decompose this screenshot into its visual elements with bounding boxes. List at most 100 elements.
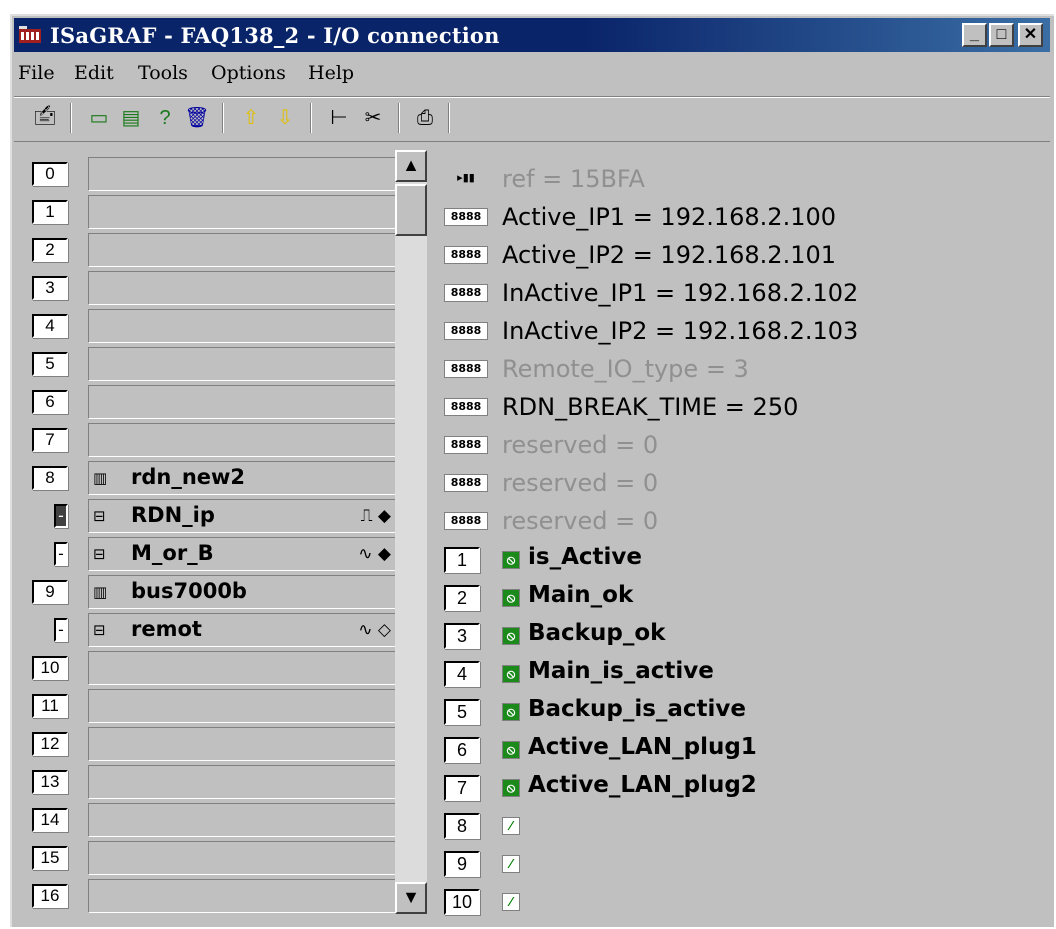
channel-number[interactable]: 2 bbox=[444, 585, 480, 611]
parameter-value: reserved = 0 bbox=[502, 431, 659, 459]
slot-number[interactable]: 2 bbox=[32, 238, 68, 262]
slot-number[interactable]: 0 bbox=[32, 162, 68, 186]
slot-row[interactable]: ⊟ RDN_ip ⎍ ◆ bbox=[88, 499, 398, 533]
channel-variable[interactable]: Main_is_active bbox=[528, 658, 714, 684]
slot-row[interactable] bbox=[88, 879, 398, 913]
channel-variable[interactable]: Backup_is_active bbox=[528, 696, 746, 722]
connect-board-icon[interactable]: ▭ bbox=[86, 105, 112, 131]
maximize-button[interactable]: □ bbox=[989, 23, 1014, 47]
slot-row[interactable] bbox=[88, 803, 398, 837]
slot-number[interactable]: 3 bbox=[32, 276, 68, 300]
slot-row[interactable]: ▥ bus7000b bbox=[88, 575, 398, 609]
slot-number[interactable]: - bbox=[54, 618, 68, 642]
scroll-thumb[interactable] bbox=[395, 184, 427, 236]
channel-variable[interactable]: is_Active bbox=[528, 544, 642, 570]
slot-number[interactable]: 11 bbox=[32, 694, 68, 718]
slot-board-name: bus7000b bbox=[131, 579, 247, 603]
title-bar[interactable]: ISaGRAF - FAQ138_2 - I/O connection _ □ … bbox=[14, 18, 1050, 52]
parameter-value: Active_IP1 = 192.168.2.100 bbox=[502, 203, 837, 231]
io-connection-window: ISaGRAF - FAQ138_2 - I/O connection _ □ … bbox=[10, 14, 1054, 927]
slot-number[interactable]: 9 bbox=[32, 580, 68, 604]
parameter-value: RDN_BREAK_TIME = 250 bbox=[502, 393, 799, 421]
slot-board-name: M_or_B bbox=[131, 541, 214, 565]
slot-number[interactable]: - bbox=[54, 542, 68, 566]
slot-row[interactable]: ▥ rdn_new2 bbox=[88, 461, 398, 495]
scroll-down-button[interactable]: ▼ bbox=[395, 882, 427, 914]
channel-variable[interactable]: Active_LAN_plug1 bbox=[528, 734, 757, 760]
channel-variable[interactable]: Backup_ok bbox=[528, 620, 665, 646]
parameter-value: Remote_IO_type = 3 bbox=[502, 355, 749, 383]
slot-number[interactable]: 5 bbox=[32, 352, 68, 376]
slot-row[interactable] bbox=[88, 423, 398, 457]
channel-number[interactable]: 8 bbox=[444, 813, 480, 839]
slot-number[interactable]: - bbox=[54, 504, 68, 528]
slot-board-name: rdn_new2 bbox=[131, 465, 246, 489]
boolean-output-icon: ⦸ bbox=[502, 627, 520, 645]
open-board-icon[interactable]: 🖆 bbox=[32, 105, 58, 131]
slot-row[interactable] bbox=[88, 271, 398, 305]
slot-number[interactable]: 4 bbox=[32, 314, 68, 338]
signal-direction-icon: ∿ ◇ bbox=[358, 620, 391, 640]
help-board-icon[interactable]: ? bbox=[152, 105, 178, 131]
window-title: ISaGRAF - FAQ138_2 - I/O connection bbox=[50, 23, 500, 48]
move-up-icon[interactable]: ⇧ bbox=[238, 105, 264, 131]
channel-variable[interactable]: Active_LAN_plug2 bbox=[528, 772, 757, 798]
slot-row[interactable] bbox=[88, 727, 398, 761]
channel-variable[interactable]: Main_ok bbox=[528, 582, 633, 608]
slot-number[interactable]: 16 bbox=[32, 884, 68, 908]
menu-tools[interactable]: Tools bbox=[138, 62, 188, 84]
slot-number[interactable]: 10 bbox=[32, 656, 68, 680]
parameter-value: InActive_IP2 = 192.168.2.103 bbox=[502, 317, 859, 345]
slot-number[interactable]: 6 bbox=[32, 390, 68, 414]
slot-row[interactable] bbox=[88, 651, 398, 685]
slot-row[interactable] bbox=[88, 385, 398, 419]
slot-row[interactable]: ⊟ M_or_B ∿ ◆ bbox=[88, 537, 398, 571]
channel-number[interactable]: 6 bbox=[444, 737, 480, 763]
channel-number[interactable]: 7 bbox=[444, 775, 480, 801]
slot-number[interactable]: 12 bbox=[32, 732, 68, 756]
slot-row[interactable] bbox=[88, 195, 398, 229]
boolean-output-icon: ⦸ bbox=[502, 741, 520, 759]
slot-number[interactable]: 13 bbox=[32, 770, 68, 794]
channel-number[interactable]: 3 bbox=[444, 623, 480, 649]
parameter-icon: 8888 bbox=[444, 208, 488, 226]
menu-help[interactable]: Help bbox=[308, 62, 354, 84]
cut-icon[interactable]: ✂ bbox=[360, 105, 386, 131]
board-details: ▸▮▮ ref = 15BFA 8888 Active_IP1 = 192.168.2… bbox=[432, 149, 1052, 929]
menu-options[interactable]: Options bbox=[211, 62, 286, 84]
scroll-up-button[interactable]: ▲ bbox=[395, 150, 427, 182]
sub-board-icon: ⊟ bbox=[93, 545, 106, 563]
slot-row[interactable] bbox=[88, 347, 398, 381]
slot-row[interactable] bbox=[88, 841, 398, 875]
delete-icon[interactable]: 🗑 bbox=[184, 105, 210, 131]
tree-icon[interactable]: ⊢ bbox=[326, 105, 352, 131]
slot-number[interactable]: 14 bbox=[32, 808, 68, 832]
signal-direction-icon: ⎍ ◆ bbox=[360, 506, 391, 526]
close-button[interactable]: ✕ bbox=[1018, 23, 1043, 47]
slot-row[interactable] bbox=[88, 689, 398, 723]
channel-number[interactable]: 9 bbox=[444, 851, 480, 877]
slot-number[interactable]: 1 bbox=[32, 200, 68, 224]
minimize-button[interactable]: _ bbox=[962, 23, 987, 47]
menu-file[interactable]: File bbox=[18, 62, 55, 84]
slot-row[interactable] bbox=[88, 765, 398, 799]
toolbar: 🖆 ▭ ▤ ? 🗑 ⇧ ⇩ ⊢ ✂ ⎙ bbox=[14, 96, 1050, 142]
channel-number[interactable]: 10 bbox=[444, 889, 480, 915]
move-down-icon[interactable]: ⇩ bbox=[272, 105, 298, 131]
menu-edit[interactable]: Edit bbox=[74, 62, 114, 84]
channel-number[interactable]: 4 bbox=[444, 661, 480, 687]
channel-number[interactable]: 1 bbox=[444, 547, 480, 573]
print-icon[interactable]: ⎙ bbox=[412, 105, 438, 131]
slot-row[interactable]: ⊟ remot ∿ ◇ bbox=[88, 613, 398, 647]
slot-row[interactable] bbox=[88, 309, 398, 343]
boolean-free-icon: ⁄ bbox=[502, 855, 520, 873]
boolean-free-icon: ⁄ bbox=[502, 893, 520, 911]
slot-number[interactable]: 15 bbox=[32, 846, 68, 870]
slot-row[interactable] bbox=[88, 157, 398, 191]
slot-scrollbar[interactable]: ▲ ▼ bbox=[395, 150, 427, 914]
slot-number[interactable]: 8 bbox=[32, 466, 68, 490]
slot-row[interactable] bbox=[88, 233, 398, 267]
set-parameters-icon[interactable]: ▤ bbox=[118, 105, 144, 131]
channel-number[interactable]: 5 bbox=[444, 699, 480, 725]
slot-number[interactable]: 7 bbox=[32, 428, 68, 452]
